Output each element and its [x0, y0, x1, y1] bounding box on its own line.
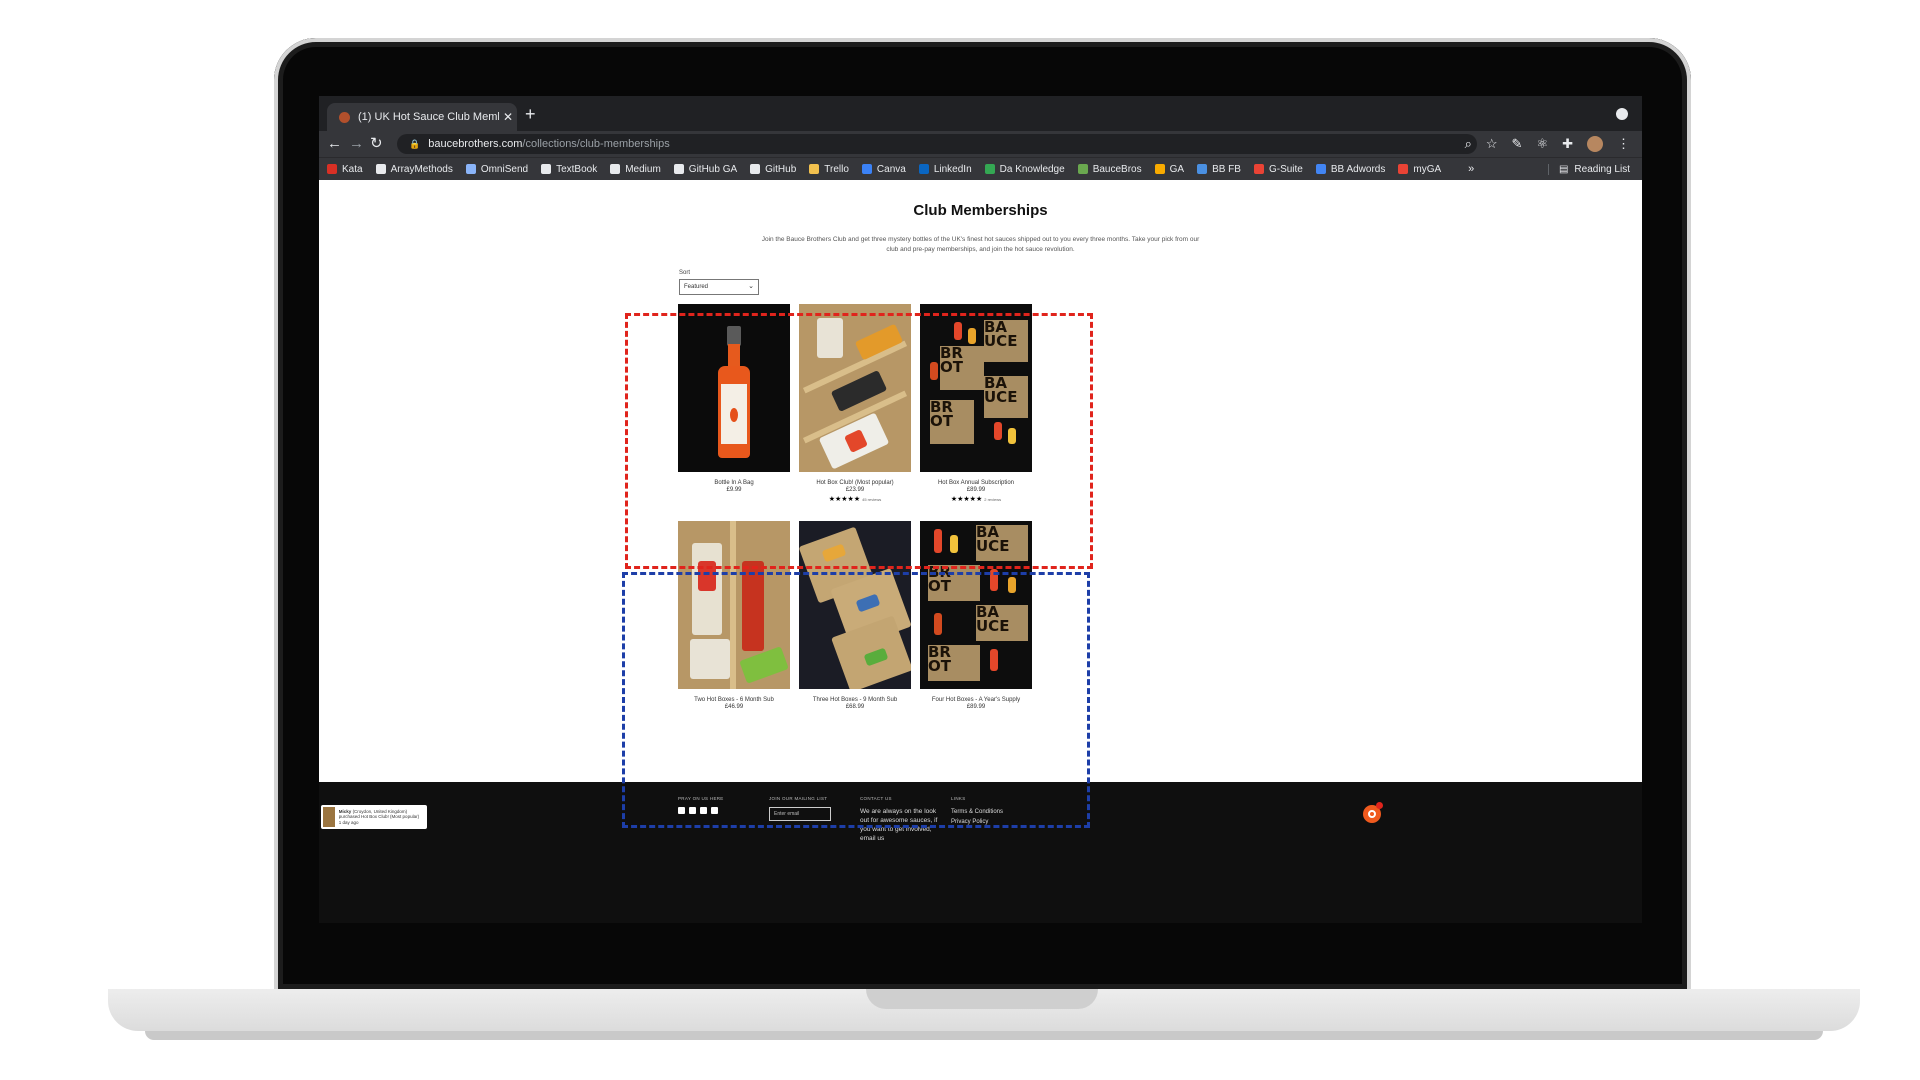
bookmark-favicon-icon: [750, 164, 761, 174]
bookmark-label: BB Adwords: [1330, 163, 1386, 175]
back-arrow-icon[interactable]: ←: [327, 134, 342, 154]
nav-bar: ← → ↻ 🔒 baucebrothers.com/collections/cl…: [319, 131, 1642, 157]
bookmark-item[interactable]: BauceBros: [1077, 163, 1142, 175]
reading-list-icon: ▤: [1558, 163, 1569, 175]
react-extension-icon[interactable]: ⚛: [1536, 134, 1548, 154]
lock-icon: 🔒: [409, 138, 421, 149]
bookmark-favicon-icon: [327, 164, 337, 174]
bookmark-item[interactable]: myGA: [1398, 164, 1441, 175]
bookmark-item[interactable]: G-Suite: [1253, 163, 1303, 175]
bookmark-label: TextBook: [556, 163, 598, 175]
popup-time: 1 day ago: [338, 819, 359, 825]
highlight-box-blue: [622, 572, 1090, 828]
bookmark-label: Da Knowledge: [999, 163, 1065, 175]
chat-icon: [1368, 810, 1376, 818]
reading-list-button[interactable]: ▤ Reading List: [1547, 163, 1630, 175]
bookmark-item[interactable]: BB FB: [1197, 164, 1241, 175]
bookmark-label: GitHub: [765, 163, 797, 175]
favicon-icon: [339, 111, 350, 123]
recent-purchase-popup[interactable]: Micky (Croydon, United Kingdom) purchase…: [321, 805, 427, 829]
reload-icon[interactable]: ↻: [370, 134, 383, 154]
bookmark-item[interactable]: GA: [1154, 163, 1185, 175]
popup-customer-name: Micky: [338, 808, 352, 814]
bookmark-star-icon[interactable]: ☆: [1486, 134, 1498, 154]
bookmark-label: LinkedIn: [933, 163, 972, 175]
chat-widget-button[interactable]: [1363, 802, 1383, 823]
bookmark-favicon-icon: [861, 164, 872, 174]
bookmark-favicon-icon: [1398, 164, 1409, 174]
bookmark-label: myGA: [1413, 163, 1442, 175]
browser-tab[interactable]: (1) UK Hot Sauce Club Membe ✕: [327, 103, 517, 131]
zoom-search-icon[interactable]: ⌕: [1465, 134, 1472, 154]
bookmark-label: OmniSend: [480, 163, 529, 175]
bookmark-favicon-icon: [610, 164, 621, 174]
bookmark-favicon-icon: [541, 164, 552, 174]
bookmark-label: GitHub GA: [688, 163, 738, 175]
url-host: baucebrothers.com: [428, 138, 523, 150]
sort-dropdown[interactable]: Featured ⌄: [679, 279, 759, 295]
laptop-notch: [866, 989, 1098, 1009]
bookmark-label: BauceBros: [1092, 163, 1142, 175]
bookmark-item[interactable]: GitHub GA: [673, 163, 738, 175]
bookmark-label: Kata: [342, 163, 363, 175]
bookmark-favicon-icon: [809, 164, 820, 174]
bookmark-favicon-icon: [1315, 164, 1326, 174]
bookmark-favicon-icon: [1197, 164, 1208, 174]
bookmark-item[interactable]: Canva: [861, 163, 906, 175]
menu-kebab-icon[interactable]: ⋮: [1617, 134, 1630, 154]
bookmark-favicon-icon: [375, 164, 386, 174]
url-path: /collections/club-memberships: [522, 138, 670, 150]
bookmark-favicon-icon: [673, 164, 684, 174]
forward-arrow-icon[interactable]: →: [349, 134, 364, 154]
bookmark-label: Medium: [625, 163, 661, 175]
bookmark-item[interactable]: TextBook: [541, 164, 597, 175]
collection-description: Join the Bauce Brothers Club and get thr…: [761, 236, 1200, 253]
chevron-down-icon: ⌄: [748, 283, 754, 290]
bookmark-label: G-Suite: [1268, 163, 1303, 175]
sort-value: Featured: [684, 284, 709, 290]
pen-extension-icon[interactable]: ✎: [1512, 134, 1523, 154]
tab-search-icon[interactable]: [1616, 108, 1628, 120]
laptop-foot: [145, 1031, 1823, 1040]
new-tab-button[interactable]: +: [525, 105, 536, 123]
screen: (1) UK Hot Sauce Club Membe ✕ + ← → ↻ 🔒 …: [319, 96, 1642, 923]
bookmark-item[interactable]: BB Adwords: [1315, 163, 1386, 175]
address-bar[interactable]: 🔒 baucebrothers.com/collections/club-mem…: [397, 134, 1477, 154]
bookmarks-bar: Kata ArrayMethods OmniSend TextBook Medium Gi…: [319, 157, 1642, 180]
popup-purchase-text: (Croydon, United Kingdom) purchased Hot …: [338, 808, 420, 820]
bookmark-favicon-icon: [465, 164, 476, 174]
bookmark-favicon-icon: [984, 164, 995, 174]
extensions-puzzle-icon[interactable]: ✚: [1562, 134, 1573, 154]
bookmark-item[interactable]: LinkedIn: [918, 163, 972, 175]
bookmarks-overflow-button[interactable]: »: [1468, 163, 1474, 175]
close-tab-icon[interactable]: ✕: [499, 110, 517, 124]
bookmark-item[interactable]: ArrayMethods: [375, 163, 453, 175]
sort-label: Sort: [679, 270, 691, 276]
bookmark-item[interactable]: Kata: [327, 164, 363, 175]
bookmark-label: ArrayMethods: [390, 163, 453, 175]
chat-notification-badge: [1376, 802, 1383, 809]
web-page: Club Memberships Join the Bauce Brothers…: [319, 180, 1642, 923]
bookmark-favicon-icon: [918, 164, 929, 174]
bookmark-favicon-icon: [1154, 164, 1165, 174]
bookmark-favicon-icon: [1077, 164, 1088, 174]
bookmark-item[interactable]: Medium: [610, 164, 661, 175]
tab-bar: (1) UK Hot Sauce Club Membe ✕ +: [319, 96, 1642, 131]
bookmark-item[interactable]: GitHub: [750, 164, 796, 175]
bookmark-label: BB FB: [1212, 163, 1241, 175]
bookmark-label: Canva: [876, 163, 906, 175]
bookmark-item[interactable]: Trello: [809, 164, 849, 175]
bookmark-label: GA: [1169, 163, 1185, 175]
profile-avatar[interactable]: [1587, 136, 1603, 152]
bookmark-item[interactable]: Da Knowledge: [984, 163, 1065, 175]
bookmark-favicon-icon: [1253, 164, 1264, 174]
popup-product-thumbnail: [323, 807, 335, 827]
page-title: Club Memberships: [913, 202, 1048, 219]
reading-list-label: Reading List: [1574, 163, 1630, 175]
highlight-box-red: [625, 313, 1093, 569]
bookmark-label: Trello: [824, 163, 849, 175]
tab-title: (1) UK Hot Sauce Club Membe: [358, 111, 499, 123]
bookmark-item[interactable]: OmniSend: [465, 163, 529, 175]
